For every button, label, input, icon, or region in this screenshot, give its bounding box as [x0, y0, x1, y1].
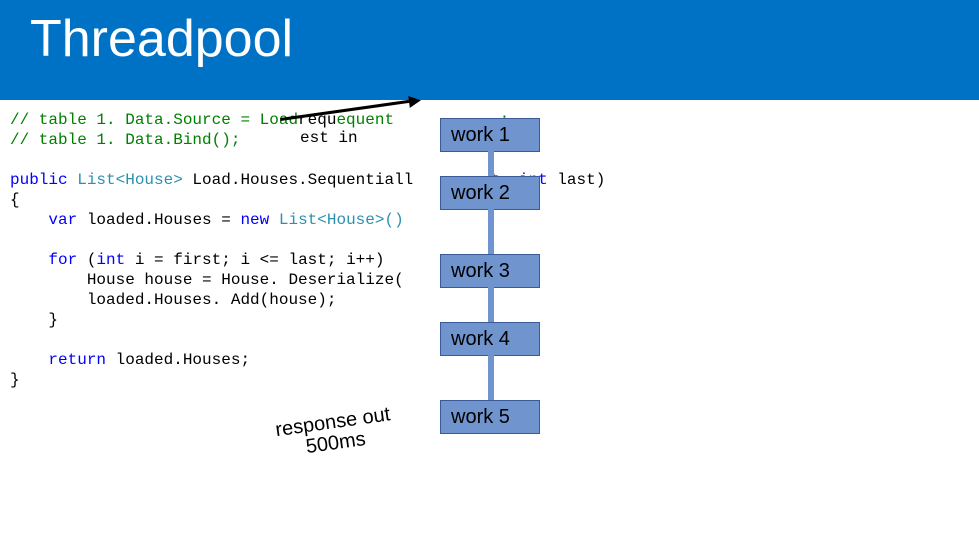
code-line-7: House house = House. Deserialize(: [10, 271, 404, 289]
code-line-5b: var: [48, 211, 77, 229]
code-line-10b: return: [48, 351, 106, 369]
response-out-label: response out 500ms: [274, 404, 394, 462]
workbox-3-label: work 3: [451, 260, 510, 282]
code-line-1d: est in: [300, 128, 358, 148]
code-line-4: {: [10, 191, 20, 209]
connector-1-2: [488, 150, 494, 176]
code-line-6e: i = first; i <= last; i++): [125, 251, 384, 269]
code-line-5c: loaded.Houses =: [77, 211, 240, 229]
workbox-2: work 2: [440, 176, 540, 210]
code-line-10c: loaded.Houses;: [106, 351, 250, 369]
code-line-2: // table 1. Data.Bind();: [10, 131, 240, 149]
code-line-5a: [10, 211, 48, 229]
connector-3-4: [488, 286, 494, 322]
code-line-9: }: [10, 311, 58, 329]
code-line-10a: [10, 351, 48, 369]
workbox-3: work 3: [440, 254, 540, 288]
code-line-3b: List<House>: [68, 171, 183, 189]
workbox-5: work 5: [440, 400, 540, 434]
workbox-5-label: work 5: [451, 406, 510, 428]
code-line-6d: int: [96, 251, 125, 269]
slide-content: // table 1. Data.Source = Loadrequequent…: [0, 100, 979, 551]
code-line-5d: new: [240, 211, 269, 229]
workbox-1-label: work 1: [451, 124, 510, 146]
workbox-1: work 1: [440, 118, 540, 152]
arrow-head-icon: [408, 94, 422, 108]
code-line-1a: // table 1. Data.Source = Load: [10, 111, 298, 129]
code-line-3e: last): [548, 171, 606, 189]
connector-4-5: [488, 354, 494, 400]
connector-2-3: [488, 208, 494, 254]
slide-title: Threadpool: [0, 0, 979, 100]
workbox-4: work 4: [440, 322, 540, 356]
workbox-4-label: work 4: [451, 328, 510, 350]
code-line-6b: for: [48, 251, 77, 269]
workbox-2-label: work 2: [451, 182, 510, 204]
code-line-11: }: [10, 371, 20, 389]
code-line-5e: List<House>(): [269, 211, 403, 229]
code-line-6c: (: [77, 251, 96, 269]
slide-title-text: Threadpool: [30, 10, 293, 68]
code-line-3a: public: [10, 171, 68, 189]
code-line-8: loaded.Houses. Add(house);: [10, 291, 336, 309]
code-line-6a: [10, 251, 48, 269]
